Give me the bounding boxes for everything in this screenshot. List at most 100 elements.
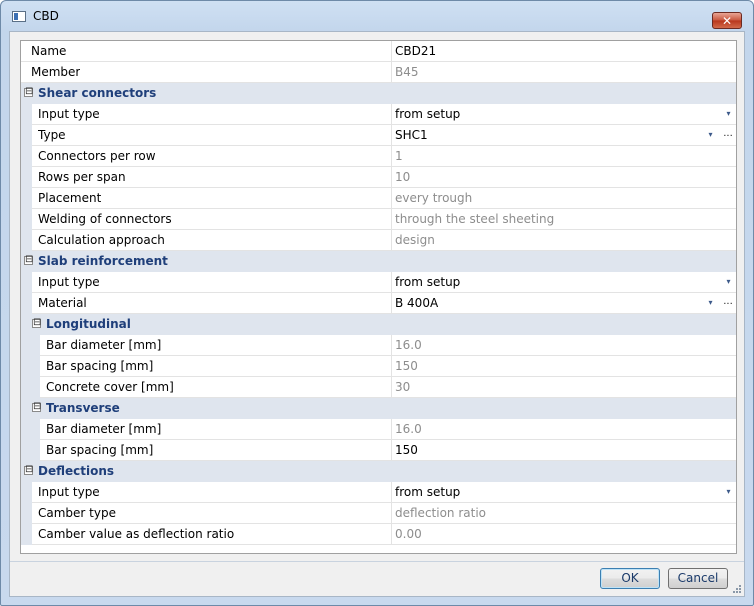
welding-value: through the steel sheeting xyxy=(391,209,736,229)
row-camber-type[interactable]: Camber type deflection ratio xyxy=(21,503,736,524)
collapse-icon[interactable]: ⊟ xyxy=(24,255,33,265)
window-icon xyxy=(12,11,26,22)
calculation-approach-value: design xyxy=(391,230,736,250)
row-material[interactable]: Material B 400A ▾ ... xyxy=(21,293,736,314)
row-trans-bar-diameter[interactable]: Bar diameter [mm] 16.0 xyxy=(21,419,736,440)
slab-input-type-select[interactable]: from setup ▾ xyxy=(391,272,736,292)
resize-grip-icon-svg xyxy=(733,585,741,593)
row-long-bar-spacing[interactable]: Bar spacing [mm] 150 xyxy=(21,356,736,377)
row-label: Material xyxy=(38,296,87,310)
long-bar-diameter-value: 16.0 xyxy=(391,335,736,355)
row-connectors-per-row[interactable]: Connectors per row 1 xyxy=(21,146,736,167)
row-rows-per-span[interactable]: Rows per span 10 xyxy=(21,167,736,188)
row-label: Bar spacing [mm] xyxy=(46,443,154,457)
indent xyxy=(21,398,32,419)
row-label: Calculation approach xyxy=(38,233,165,247)
indent xyxy=(21,146,32,167)
category-slab-reinforcement[interactable]: ⊟ Slab reinforcement xyxy=(21,251,736,272)
shear-input-type-select[interactable]: from setup ▾ xyxy=(391,104,736,124)
connectors-per-row-value: 1 xyxy=(391,146,736,166)
trans-bar-diameter-value: 16.0 xyxy=(391,419,736,439)
rows-per-span-value: 10 xyxy=(391,167,736,187)
camber-value-value: 0.00 xyxy=(391,524,736,544)
resize-grip-icon[interactable] xyxy=(732,584,742,594)
row-label: Camber value as deflection ratio xyxy=(38,527,235,541)
shear-type-select[interactable]: SHC1 ▾ ... xyxy=(391,125,736,145)
ellipsis-button[interactable]: ... xyxy=(721,127,735,143)
ok-button[interactable]: OK xyxy=(600,568,660,589)
chevron-down-icon[interactable]: ▾ xyxy=(722,106,735,122)
name-value[interactable]: CBD21 xyxy=(391,41,736,61)
row-label: Welding of connectors xyxy=(38,212,172,226)
row-slab-input-type[interactable]: Input type from setup ▾ xyxy=(21,272,736,293)
collapse-icon[interactable]: ⊟ xyxy=(32,402,41,412)
row-trans-bar-spacing[interactable]: Bar spacing [mm] 150 xyxy=(21,440,736,461)
row-label: Concrete cover [mm] xyxy=(46,380,174,394)
indent xyxy=(21,503,32,524)
category-longitudinal[interactable]: ⊟ Longitudinal xyxy=(21,314,736,335)
row-member[interactable]: Member B45 xyxy=(21,62,736,83)
row-label: Bar spacing [mm] xyxy=(46,359,154,373)
row-name[interactable]: Name CBD21 xyxy=(21,41,736,62)
indent xyxy=(21,209,32,230)
category-label: Transverse xyxy=(46,401,120,415)
indent xyxy=(21,440,40,461)
category-shear-connectors[interactable]: ⊟ Shear connectors xyxy=(21,83,736,104)
row-label: Placement xyxy=(38,191,102,205)
indent xyxy=(21,482,32,503)
category-deflections[interactable]: ⊟ Deflections xyxy=(21,461,736,482)
category-label: Deflections xyxy=(38,464,115,478)
row-shear-type[interactable]: Type SHC1 ▾ ... xyxy=(21,125,736,146)
divider xyxy=(10,561,744,562)
collapse-icon[interactable]: ⊟ xyxy=(24,465,33,475)
row-label: Input type xyxy=(38,275,100,289)
row-placement[interactable]: Placement every trough xyxy=(21,188,736,209)
close-button[interactable]: ✕ xyxy=(712,12,742,29)
long-bar-spacing-value: 150 xyxy=(391,356,736,376)
row-concrete-cover[interactable]: Concrete cover [mm] 30 xyxy=(21,377,736,398)
indent xyxy=(21,419,40,440)
trans-bar-spacing-value[interactable]: 150 xyxy=(391,440,736,460)
indent xyxy=(21,293,32,314)
member-value: B45 xyxy=(391,62,736,82)
chevron-down-icon[interactable]: ▾ xyxy=(722,274,735,290)
placement-value: every trough xyxy=(391,188,736,208)
dialog-client-area: Name CBD21 Member B45 ⊟ Shear connectors… xyxy=(9,31,745,597)
row-long-bar-diameter[interactable]: Bar diameter [mm] 16.0 xyxy=(21,335,736,356)
camber-type-value: deflection ratio xyxy=(391,503,736,523)
row-label: Camber type xyxy=(38,506,116,520)
cancel-button[interactable]: Cancel xyxy=(668,568,728,589)
property-grid: Name CBD21 Member B45 ⊟ Shear connectors… xyxy=(20,40,737,554)
deflections-input-type-select[interactable]: from setup ▾ xyxy=(391,482,736,502)
indent xyxy=(21,272,32,293)
category-label: Longitudinal xyxy=(46,317,131,331)
row-label: Bar diameter [mm] xyxy=(46,338,162,352)
indent xyxy=(21,188,32,209)
collapse-icon[interactable]: ⊟ xyxy=(32,318,41,328)
row-shear-input-type[interactable]: Input type from setup ▾ xyxy=(21,104,736,125)
indent xyxy=(21,524,32,545)
row-camber-value[interactable]: Camber value as deflection ratio 0.00 xyxy=(21,524,736,545)
indent xyxy=(21,167,32,188)
chevron-down-icon[interactable]: ▾ xyxy=(704,127,717,143)
category-transverse[interactable]: ⊟ Transverse xyxy=(21,398,736,419)
chevron-down-icon[interactable]: ▾ xyxy=(704,295,717,311)
row-label: Name xyxy=(31,44,67,58)
indent xyxy=(21,314,32,335)
material-select[interactable]: B 400A ▾ ... xyxy=(391,293,736,313)
row-label: Input type xyxy=(38,107,100,121)
row-calculation-approach[interactable]: Calculation approach design xyxy=(21,230,736,251)
concrete-cover-value: 30 xyxy=(391,377,736,397)
collapse-icon[interactable]: ⊟ xyxy=(24,87,33,97)
indent xyxy=(21,104,32,125)
chevron-down-icon[interactable]: ▾ xyxy=(722,484,735,500)
row-welding[interactable]: Welding of connectors through the steel … xyxy=(21,209,736,230)
row-label: Type xyxy=(38,128,66,142)
title-bar[interactable]: CBD ✕ xyxy=(1,1,753,31)
row-label: Connectors per row xyxy=(38,149,156,163)
ellipsis-button[interactable]: ... xyxy=(721,295,735,311)
row-deflections-input-type[interactable]: Input type from setup ▾ xyxy=(21,482,736,503)
window-title: CBD xyxy=(33,9,59,23)
row-label: Member xyxy=(31,65,81,79)
indent xyxy=(21,125,32,146)
